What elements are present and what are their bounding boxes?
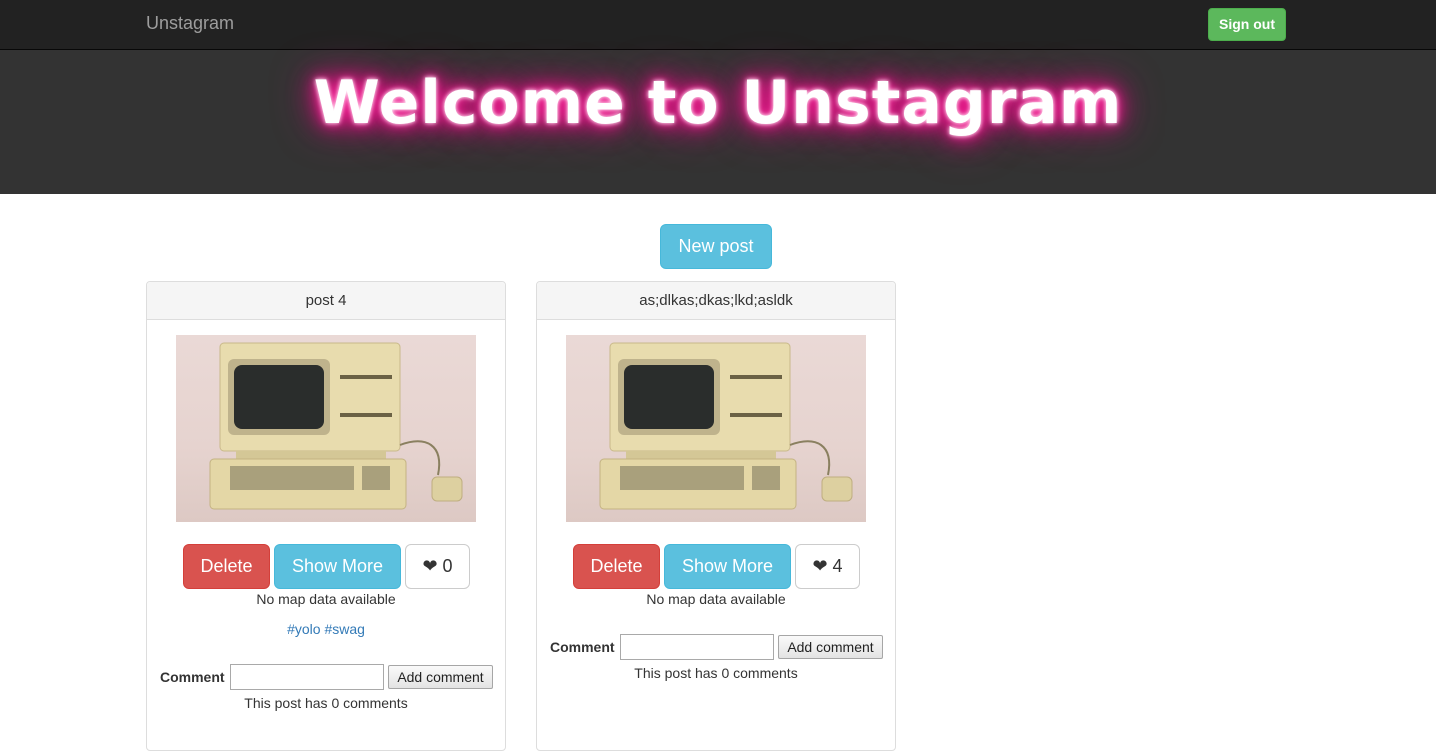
tag-link[interactable]: #yolo	[287, 621, 320, 637]
hero-title: Welcome to Unstagram	[313, 68, 1123, 138]
heart-icon: ❤	[812, 556, 828, 576]
post-image	[176, 335, 476, 522]
comment-count: This post has 0 comments	[244, 695, 408, 711]
heart-icon: ❤	[422, 556, 438, 576]
tag-list: #yolo #swag	[147, 621, 505, 637]
show-more-button[interactable]: Show More	[664, 544, 791, 589]
add-comment-button[interactable]: Add comment	[388, 665, 493, 689]
add-comment-button[interactable]: Add comment	[778, 635, 883, 659]
post-card: as;dlkas;dkas;lkd;asldk Delete Show More…	[536, 281, 896, 751]
new-post-button[interactable]: New post	[660, 224, 772, 269]
post-image	[566, 335, 866, 522]
like-button[interactable]: ❤ 0	[405, 544, 470, 589]
comment-input[interactable]	[620, 634, 774, 660]
top-navbar: Unstagram Sign out	[0, 0, 1436, 50]
show-more-button[interactable]: Show More	[274, 544, 401, 589]
like-button[interactable]: ❤ 4	[795, 544, 860, 589]
comment-label: Comment	[550, 639, 615, 655]
comment-label: Comment	[160, 669, 225, 685]
post-card: post 4 Delete Show More ❤ 0 No map data …	[146, 281, 506, 751]
hero-banner: Welcome to Unstagram	[0, 50, 1436, 194]
like-count: 0	[442, 556, 453, 576]
comment-form: Comment Add comment	[537, 634, 895, 660]
post-title: post 4	[147, 282, 505, 320]
comment-count: This post has 0 comments	[634, 665, 798, 681]
delete-button[interactable]: Delete	[183, 544, 270, 589]
comment-form: Comment Add comment	[147, 664, 505, 690]
tag-link[interactable]: #swag	[324, 621, 364, 637]
post-title: as;dlkas;dkas;lkd;asldk	[537, 282, 895, 320]
like-count: 4	[832, 556, 843, 576]
brand-link[interactable]: Unstagram	[146, 13, 234, 34]
sign-out-button[interactable]: Sign out	[1208, 8, 1286, 41]
map-status: No map data available	[256, 591, 396, 607]
map-status: No map data available	[646, 591, 786, 607]
comment-input[interactable]	[230, 664, 384, 690]
delete-button[interactable]: Delete	[573, 544, 660, 589]
